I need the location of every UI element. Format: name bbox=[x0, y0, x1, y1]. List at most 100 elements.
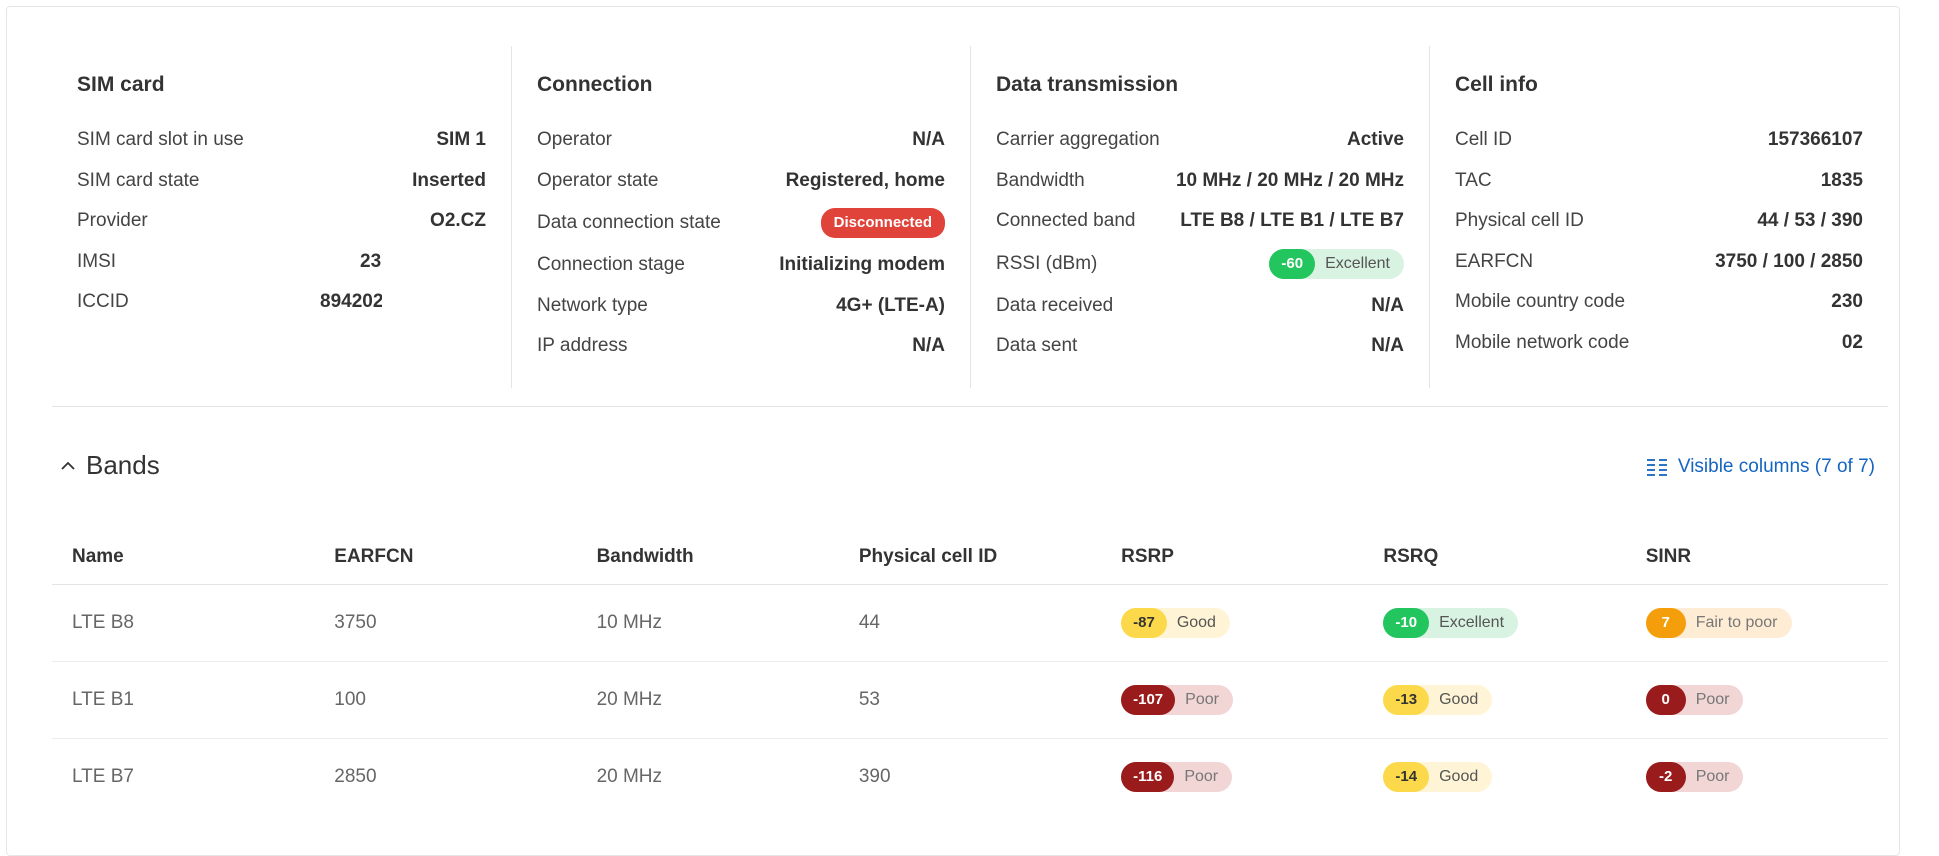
imsi-label: IMSI bbox=[77, 250, 117, 272]
network-type-label: Network type bbox=[537, 294, 648, 316]
column-header-rsrp[interactable]: RSRP bbox=[1101, 530, 1364, 585]
earfcn-row: EARFCN 3750 / 100 / 2850 bbox=[1455, 242, 1863, 283]
tac-row: TAC 1835 bbox=[1455, 161, 1863, 202]
sinr-quality: Poor bbox=[1695, 768, 1730, 785]
band-pci: 390 bbox=[858, 766, 891, 787]
sinr-value: 0 bbox=[1645, 685, 1686, 715]
sinr-cell: -2 Poor bbox=[1626, 739, 1888, 816]
sim-slot-row: SIM card slot in use SIM 1 bbox=[77, 120, 486, 161]
sinr-quality: Poor bbox=[1695, 691, 1730, 708]
band-name: LTE B7 bbox=[72, 766, 134, 787]
mnc-label: Mobile network code bbox=[1455, 331, 1630, 353]
data-sent-label: Data sent bbox=[996, 335, 1078, 357]
tac-label: TAC bbox=[1455, 169, 1492, 191]
iccid-value: 8942020 bbox=[320, 291, 382, 313]
column-header-sinr[interactable]: SINR bbox=[1625, 530, 1888, 585]
column-header-physical-cell-id[interactable]: Physical cell ID bbox=[838, 530, 1102, 585]
column-header-name[interactable]: Name bbox=[52, 530, 315, 585]
sinr-chip: 0 Poor bbox=[1645, 685, 1744, 715]
info-panels: SIM card SIM card slot in use SIM 1 SIM … bbox=[52, 46, 1888, 388]
connected-band-value: LTE B8 / LTE B1 / LTE B7 bbox=[1180, 210, 1404, 232]
operator-state-value: Registered, home bbox=[785, 169, 945, 191]
data-received-value: N/A bbox=[1371, 294, 1404, 316]
connection-stage-label: Connection stage bbox=[537, 254, 685, 276]
rsrq-cell: -13 Good bbox=[1363, 661, 1626, 739]
band-earfcn: 2850 bbox=[334, 766, 377, 787]
columns-icon bbox=[1646, 459, 1667, 476]
operator-state-label: Operator state bbox=[537, 169, 659, 191]
connection-title: Connection bbox=[537, 73, 653, 96]
ip-address-label: IP address bbox=[537, 335, 628, 357]
table-row: LTE B8 3750 10 MHz 44 -87 Good -10 Excel… bbox=[52, 584, 1888, 662]
bandwidth-label: Bandwidth bbox=[996, 169, 1085, 191]
column-header-earfcn[interactable]: EARFCN bbox=[314, 530, 577, 585]
sinr-value: -2 bbox=[1645, 762, 1686, 792]
provider-label: Provider bbox=[77, 210, 148, 232]
carrier-aggregation-label: Carrier aggregation bbox=[996, 129, 1160, 151]
cell-id-value: 157366107 bbox=[1767, 129, 1863, 151]
rsrq-chip: -14 Good bbox=[1383, 762, 1493, 792]
visible-columns-label: Visible columns (7 of 7) bbox=[1677, 456, 1875, 477]
mnc-row: Mobile network code 02 bbox=[1455, 323, 1863, 364]
ip-address-row: IP address N/A bbox=[537, 326, 945, 367]
rsrq-quality: Excellent bbox=[1439, 614, 1505, 631]
rssi-value: -60 bbox=[1269, 248, 1316, 279]
data-connection-state-row: Data connection state Disconnected bbox=[537, 201, 945, 245]
operator-row: Operator N/A bbox=[537, 120, 945, 161]
rsrp-cell: -87 Good bbox=[1101, 584, 1364, 662]
rsrq-value: -10 bbox=[1383, 608, 1430, 638]
cell-id-row: Cell ID 157366107 bbox=[1455, 120, 1863, 161]
rssi-chip: -60 Excellent bbox=[1269, 248, 1404, 279]
data-received-row: Data received N/A bbox=[996, 286, 1404, 327]
sim-state-row: SIM card state Inserted bbox=[77, 161, 486, 202]
operator-state-row: Operator state Registered, home bbox=[537, 161, 945, 202]
iccid-row: ICCID 8942020 bbox=[77, 282, 486, 323]
carrier-aggregation-row: Carrier aggregation Active bbox=[996, 120, 1404, 161]
sinr-cell: 7 Fair to poor bbox=[1625, 584, 1888, 662]
ip-address-value: N/A bbox=[912, 335, 945, 357]
physical-cell-id-row: Physical cell ID 44 / 53 / 390 bbox=[1455, 201, 1863, 242]
rsrp-quality: Good bbox=[1176, 614, 1216, 631]
bands-section-toggle[interactable]: Bands bbox=[58, 450, 160, 481]
sinr-value: 7 bbox=[1645, 608, 1686, 638]
network-type-value: 4G+ (LTE-A) bbox=[836, 294, 945, 316]
band-name: LTE B1 bbox=[52, 661, 315, 739]
disconnected-badge: Disconnected bbox=[820, 208, 945, 238]
section-divider bbox=[52, 406, 1888, 407]
bandwidth-value: 10 MHz / 20 MHz / 20 MHz bbox=[1175, 169, 1404, 191]
table-row: LTE B7 2850 20 MHz 390 -116 Poor -14 Goo… bbox=[52, 739, 1888, 816]
chevron-up-icon bbox=[61, 461, 75, 470]
rsrq-quality: Good bbox=[1439, 691, 1479, 708]
band-pci: 44 bbox=[838, 584, 1102, 662]
bands-title: Bands bbox=[86, 450, 160, 480]
sinr-chip: 7 Fair to poor bbox=[1645, 608, 1792, 638]
bands-table: Name EARFCN Bandwidth Physical cell ID R… bbox=[52, 530, 1888, 815]
rssi-quality: Excellent bbox=[1325, 254, 1390, 272]
carrier-aggregation-value: Active bbox=[1346, 129, 1404, 151]
sim-slot-value: SIM 1 bbox=[436, 129, 486, 151]
iccid-label: ICCID bbox=[77, 291, 129, 313]
data-received-label: Data received bbox=[996, 294, 1114, 316]
mcc-label: Mobile country code bbox=[1455, 291, 1626, 313]
column-header-rsrq[interactable]: RSRQ bbox=[1363, 530, 1626, 585]
sim-card-title: SIM card bbox=[77, 73, 165, 96]
cell-info-title: Cell info bbox=[1455, 73, 1538, 96]
band-earfcn: 100 bbox=[314, 661, 577, 739]
mcc-row: Mobile country code 230 bbox=[1455, 282, 1863, 323]
column-header-bandwidth[interactable]: Bandwidth bbox=[576, 530, 839, 585]
sinr-cell: 0 Poor bbox=[1625, 661, 1888, 739]
tac-value: 1835 bbox=[1820, 169, 1863, 191]
connection-stage-row: Connection stage Initializing modem bbox=[537, 245, 945, 286]
rsrq-chip: -10 Excellent bbox=[1383, 608, 1519, 638]
rsrq-value: -14 bbox=[1383, 762, 1430, 792]
rsrp-value: -116 bbox=[1121, 762, 1175, 792]
rsrp-chip: -107 Poor bbox=[1121, 685, 1233, 715]
table-header-row: Name EARFCN Bandwidth Physical cell ID R… bbox=[52, 530, 1888, 585]
visible-columns-button[interactable]: Visible columns (7 of 7) bbox=[1646, 456, 1875, 478]
rsrp-value: -107 bbox=[1121, 685, 1176, 715]
sinr-chip: -2 Poor bbox=[1645, 762, 1744, 792]
sim-slot-label: SIM card slot in use bbox=[77, 129, 244, 151]
rsrq-cell: -14 Good bbox=[1363, 739, 1625, 816]
sim-state-value: Inserted bbox=[412, 169, 486, 191]
operator-label: Operator bbox=[537, 129, 612, 151]
